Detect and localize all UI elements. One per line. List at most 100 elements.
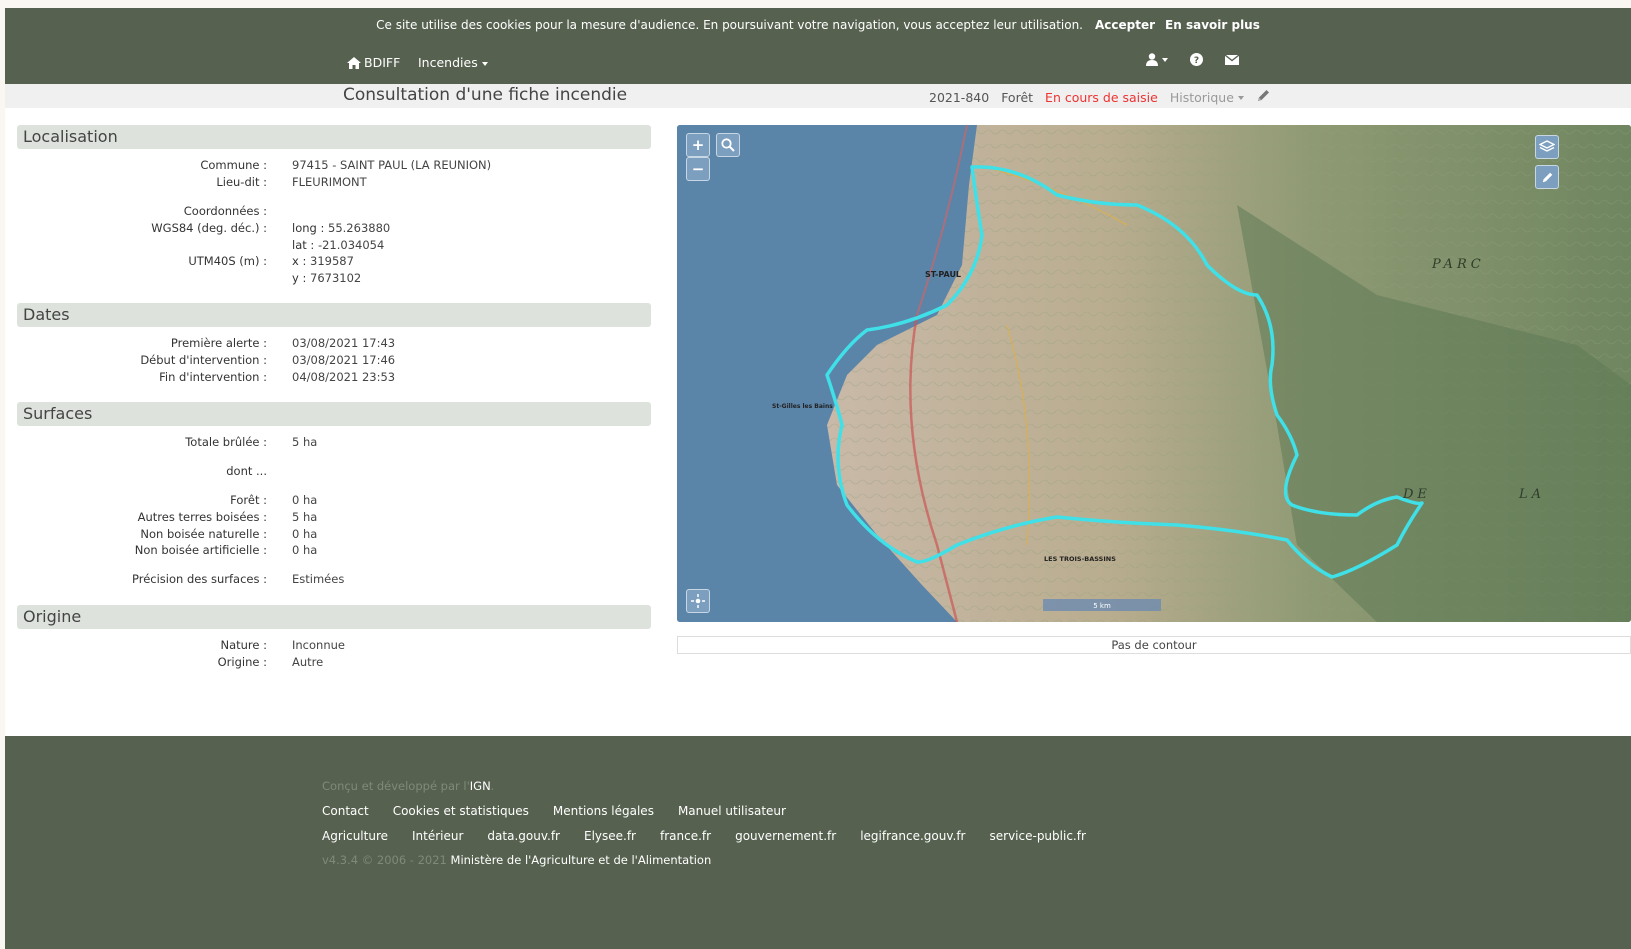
footer-link-elysee[interactable]: Elysee.fr — [584, 829, 636, 843]
precision-label: Précision des surfaces : — [131, 572, 267, 586]
page-title: Consultation d'une fiche incendie — [343, 85, 628, 105]
footer-link-legifrance[interactable]: legifrance.gouv.fr — [860, 829, 965, 843]
footer-link-datagouv[interactable]: data.gouv.fr — [487, 829, 560, 843]
crosshair-icon — [691, 594, 705, 608]
section-localisation: Localisation — [17, 125, 651, 149]
map-search-button[interactable] — [716, 133, 740, 157]
pencil-icon — [1257, 90, 1269, 101]
footer-link-servicepublic[interactable]: service-public.fr — [990, 829, 1086, 843]
page-frame: Ce site utilise des cookies pour la mesu… — [5, 8, 1631, 949]
footer-link-interieur[interactable]: Intérieur — [412, 829, 463, 843]
wgs-label: WGS84 (deg. déc.) : — [151, 221, 267, 235]
autres-label: Autres terres boisées : — [137, 510, 267, 524]
lieu-label: Lieu-dit : — [216, 175, 267, 189]
footer: Conçu et développé par l'IGN. Contact Co… — [5, 736, 1631, 949]
chevron-down-icon — [1162, 57, 1168, 62]
map-label-stpaul: ST-PAUL — [925, 270, 961, 279]
coords-label: Coordonnées : — [183, 204, 267, 218]
y-value: y : 7673102 — [292, 271, 361, 285]
lieu-value: FLEURIMONT — [292, 175, 367, 189]
pencil-icon — [1542, 172, 1552, 182]
nbn-label: Non boisée naturelle : — [140, 527, 267, 541]
nba-value: 0 ha — [292, 543, 318, 557]
footer-links-primary: Contact Cookies et statistiques Mentions… — [322, 804, 786, 818]
chevron-down-icon — [481, 61, 488, 66]
x-label: x : — [292, 254, 307, 268]
x-number: 319587 — [310, 254, 354, 268]
origine-label: Origine : — [217, 655, 267, 669]
layers-button[interactable] — [1535, 135, 1559, 159]
zoom-out-button[interactable]: − — [686, 157, 710, 181]
footer-link-manuel[interactable]: Manuel utilisateur — [678, 804, 786, 818]
fin-value: 04/08/2021 23:53 — [292, 370, 396, 384]
foret-value: 0 ha — [292, 493, 318, 507]
mail-icon — [1225, 54, 1239, 65]
debut-label: Début d'intervention : — [140, 353, 267, 367]
chevron-down-icon — [1237, 96, 1244, 100]
foret-label: Forêt : — [230, 493, 267, 507]
footer-link-france[interactable]: france.fr — [660, 829, 711, 843]
nav-home-link[interactable]: BDIFF — [347, 55, 400, 70]
nav-incendies-label: Incendies — [418, 55, 478, 70]
y-label: y : — [292, 271, 307, 285]
home-icon — [347, 56, 361, 69]
fiche-type: Forêt — [1001, 89, 1034, 105]
section-surfaces: Surfaces — [17, 402, 651, 426]
nba-label: Non boisée artificielle : — [134, 543, 267, 557]
lat-number: -21.034054 — [317, 238, 385, 252]
origine-value: Autre — [292, 655, 324, 669]
section-origine: Origine — [17, 605, 651, 629]
footer-link-contact[interactable]: Contact — [322, 804, 369, 818]
ign-link[interactable]: IGN — [470, 779, 491, 793]
user-menu[interactable] — [1146, 53, 1168, 66]
cookie-accept-button[interactable]: Accepter — [1095, 18, 1155, 32]
svg-text:?: ? — [1194, 56, 1199, 66]
footer-link-agriculture[interactable]: Agriculture — [322, 829, 388, 843]
map-position-button[interactable] — [686, 589, 710, 613]
map-label-parc: PARC — [1431, 257, 1485, 272]
y-number: 7673102 — [310, 271, 362, 285]
layers-icon — [1539, 140, 1555, 152]
history-dropdown[interactable]: Historique — [1170, 90, 1244, 105]
dont-label: dont ... — [226, 464, 267, 478]
precision-value: Estimées — [292, 572, 345, 586]
draw-button[interactable] — [1535, 165, 1559, 189]
scale-label: 5 km — [1093, 602, 1111, 610]
nav-right-icons: ? — [1146, 53, 1239, 66]
x-value: x : 319587 — [292, 254, 354, 268]
cookie-more-link[interactable]: En savoir plus — [1165, 18, 1260, 32]
section-dates: Dates — [17, 303, 651, 327]
credit-suffix: . — [490, 779, 495, 793]
lat-value: lat : -21.034054 — [292, 238, 384, 252]
lat-label: lat : — [292, 238, 315, 252]
ministry-link[interactable]: Ministère de l'Agriculture et de l'Alime… — [451, 853, 712, 867]
credit-prefix: Conçu et développé par l' — [322, 779, 470, 793]
map-label-troisbassins: LES TROIS-BASSINS — [1044, 555, 1116, 563]
footer-link-mentions[interactable]: Mentions légales — [553, 804, 654, 818]
map-label-la: LA — [1518, 487, 1545, 502]
footer-link-gouvernement[interactable]: gouvernement.fr — [735, 829, 836, 843]
nav-incendies-dropdown[interactable]: Incendies — [418, 55, 488, 70]
nature-value: Inconnue — [292, 638, 345, 652]
utm-label: UTM40S (m) : — [188, 254, 267, 268]
nbn-value: 0 ha — [292, 527, 318, 541]
nav-home-label: BDIFF — [364, 55, 401, 70]
alerte-label: Première alerte : — [170, 336, 267, 350]
map-label-stgilles: St-Gilles les Bains — [772, 403, 833, 410]
long-label: long : — [292, 221, 325, 235]
footer-link-cookies[interactable]: Cookies et statistiques — [393, 804, 529, 818]
nature-label: Nature : — [220, 638, 267, 652]
fire-map[interactable]: ST-PAUL St-Gilles les Bains LES TROIS-BA… — [677, 125, 1631, 622]
map-canvas: ST-PAUL St-Gilles les Bains LES TROIS-BA… — [677, 125, 1631, 622]
no-contour-notice: Pas de contour — [677, 636, 1631, 654]
footer-links-gov: Agriculture Intérieur data.gouv.fr Elyse… — [322, 829, 1086, 843]
status-badge: En cours de saisie — [1045, 89, 1158, 105]
edit-button[interactable] — [1256, 88, 1271, 106]
totale-value: 5 ha — [292, 435, 318, 449]
cookie-banner: Ce site utilise des cookies pour la mesu… — [5, 8, 1631, 42]
zoom-in-button[interactable]: + — [686, 133, 710, 157]
cookie-text: Ce site utilise des cookies pour la mesu… — [376, 18, 1083, 32]
contact-button[interactable] — [1225, 54, 1239, 65]
help-button[interactable]: ? — [1190, 53, 1203, 66]
history-label: Historique — [1169, 89, 1234, 105]
